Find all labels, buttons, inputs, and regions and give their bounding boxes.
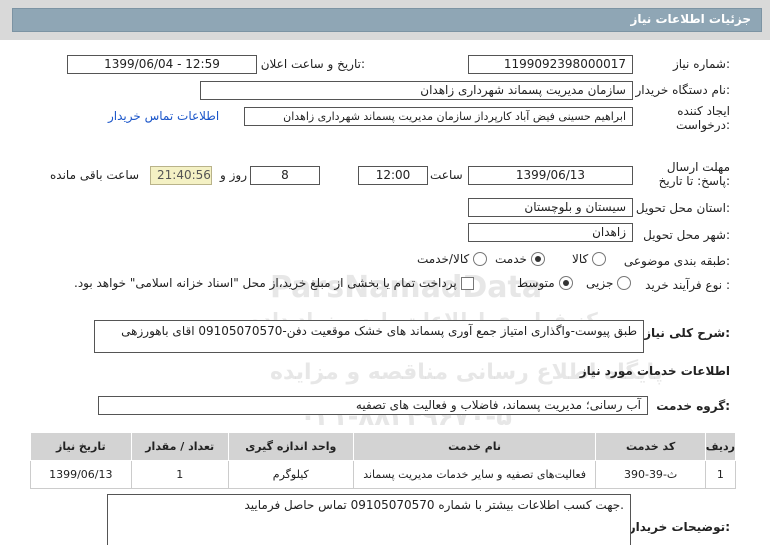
radio-selected-icon[interactable] bbox=[558, 276, 573, 290]
city-label: شهر محل تحویل: bbox=[643, 228, 730, 242]
description-label: شرح کلی نیاز: bbox=[644, 326, 730, 340]
page-header: جزئیات اطلاعات نیاز bbox=[0, 0, 770, 40]
purchase-type-label: نوع فرآیند خرید : bbox=[645, 278, 730, 292]
remaining-time-label: ساعت باقی مانده bbox=[50, 168, 140, 182]
column-header: تاریخ نیاز bbox=[30, 432, 132, 461]
table-header-row: ردیف کد خدمت نام خدمت واحد اندازه گیری ت… bbox=[30, 432, 737, 461]
header-bar: جزئیات اطلاعات نیاز bbox=[12, 8, 762, 32]
radio-selected-icon[interactable] bbox=[530, 252, 545, 266]
days-remaining: 8 bbox=[250, 166, 320, 185]
buyer-notes-label: توضیحات خریدار: bbox=[628, 520, 730, 534]
deadline-date: 1399/06/13 bbox=[468, 166, 633, 185]
column-header: ردیف bbox=[704, 432, 737, 461]
column-header: تعداد / مقدار bbox=[130, 432, 229, 461]
days-label: روز و bbox=[220, 168, 247, 182]
treasury-payment-option[interactable]: پرداخت تمام یا بخشی از مبلغ خرید،از محل … bbox=[74, 276, 474, 290]
buyer-org-value: سازمان مدیریت پسماند شهرداری زاهدان bbox=[200, 81, 633, 100]
services-table: ردیف کد خدمت نام خدمت واحد اندازه گیری ت… bbox=[30, 432, 737, 489]
table-cell: 1 bbox=[130, 460, 229, 489]
category-label: طبقه بندی موضوعی: bbox=[623, 254, 730, 268]
services-table-wrap: ردیف کد خدمت نام خدمت واحد اندازه گیری ت… bbox=[30, 432, 737, 489]
column-header: نام خدمت bbox=[352, 432, 597, 461]
description-text: طبق پیوست-واگذاری امتیاز جمع آوری پسماند… bbox=[94, 320, 644, 353]
table-cell: 1399/06/13 bbox=[30, 460, 132, 489]
announce-value: 1399/06/04 - 12:59 bbox=[67, 55, 257, 74]
buyer-contact-link[interactable]: اطلاعات تماس خریدار bbox=[108, 109, 219, 123]
column-header: واحد اندازه گیری bbox=[227, 432, 354, 461]
table-cell: 1 bbox=[704, 460, 737, 489]
service-group-value: آب رسانی؛ مدیریت پسماند، فاضلاب و فعالیت… bbox=[98, 396, 648, 415]
city-value: زاهدان bbox=[468, 223, 633, 242]
remaining-time: 21:40:56 bbox=[150, 166, 212, 185]
checkbox-icon[interactable] bbox=[460, 276, 474, 290]
table-cell: کیلوگرم bbox=[227, 460, 354, 489]
service-group-label: گروه خدمت: bbox=[656, 399, 730, 413]
page-title: جزئیات اطلاعات نیاز bbox=[630, 12, 751, 26]
purchase-option-medium[interactable]: متوسط bbox=[517, 276, 573, 290]
buyer-notes-text: جهت کسب اطلاعات بیشتر با شماره 091050705… bbox=[107, 494, 631, 545]
table-row: 1 ث-39-390 فعالیت‌های تصفیه و سایر خدمات… bbox=[30, 460, 737, 489]
radio-icon[interactable] bbox=[473, 252, 488, 266]
purchase-option-minor[interactable]: جزیی bbox=[586, 276, 632, 290]
buyer-org-label: نام دستگاه خریدار: bbox=[635, 83, 731, 97]
creator-value: ابراهیم حسینی فیض آباد کارپرداز سازمان م… bbox=[244, 107, 633, 126]
radio-icon[interactable] bbox=[617, 276, 632, 290]
table-cell: ث-39-390 bbox=[595, 460, 706, 489]
deadline-time: 12:00 bbox=[358, 166, 428, 185]
radio-icon[interactable] bbox=[592, 252, 607, 266]
category-option-service[interactable]: خدمت bbox=[495, 252, 545, 266]
need-number-value: 1199092398000017 bbox=[468, 55, 633, 74]
services-section-title: اطلاعات خدمات مورد نیاز bbox=[579, 364, 730, 378]
deadline-time-label: ساعت bbox=[430, 168, 463, 182]
province-value: سیستان و بلوچستان bbox=[468, 198, 633, 217]
category-option-goods[interactable]: کالا bbox=[572, 252, 607, 266]
column-header: کد خدمت bbox=[595, 432, 706, 461]
category-option-goods-service[interactable]: کالا/خدمت bbox=[417, 252, 488, 266]
deadline-label: مهلت ارسال پاسخ: تا تاریخ: bbox=[658, 160, 730, 188]
province-label: استان محل تحویل: bbox=[635, 201, 730, 215]
table-cell: فعالیت‌های تصفیه و سایر خدمات مدیریت پسم… bbox=[352, 460, 597, 489]
creator-label: ایجاد کننده درخواست: bbox=[676, 104, 730, 132]
need-number-label: شماره نیاز: bbox=[672, 57, 730, 71]
